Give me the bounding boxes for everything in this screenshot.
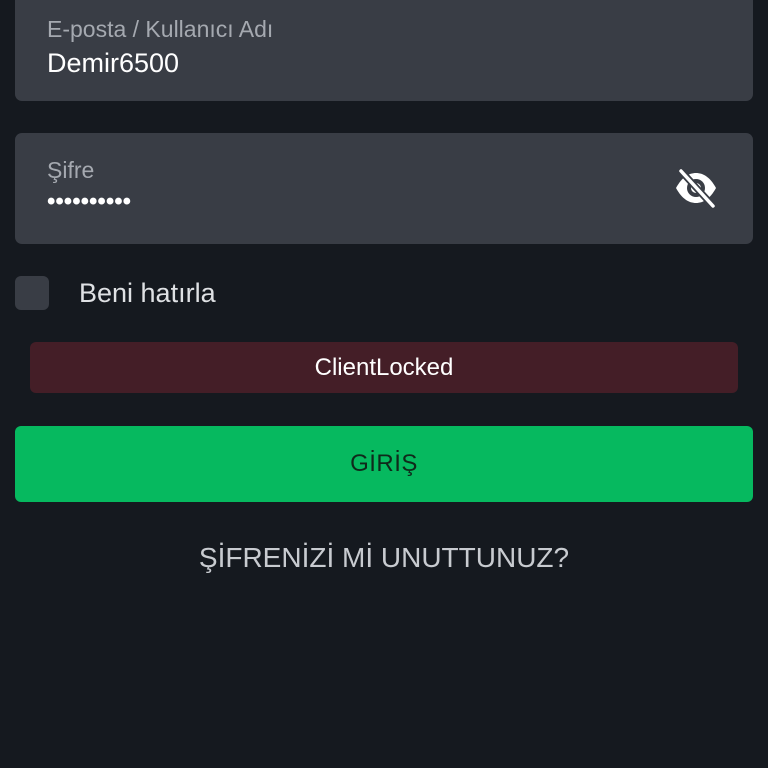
remember-me-label[interactable]: Beni hatırla xyxy=(79,276,216,310)
forgot-password-link[interactable]: ŞİFRENİZİ Mİ UNUTTUNUZ? xyxy=(0,542,768,574)
remember-me-row[interactable]: Beni hatırla xyxy=(15,276,415,312)
password-field-value[interactable]: •••••••••• xyxy=(47,188,131,216)
error-message: ClientLocked xyxy=(314,353,454,381)
email-field-label: E-posta / Kullanıcı Adı xyxy=(47,16,274,42)
eye-slash-icon[interactable] xyxy=(673,167,719,209)
error-banner: ClientLocked xyxy=(30,342,738,393)
password-field-label: Şifre xyxy=(47,157,95,183)
email-field-value[interactable]: Demir6500 xyxy=(47,48,179,79)
remember-me-checkbox[interactable] xyxy=(15,276,49,310)
email-field[interactable]: E-posta / Kullanıcı Adı Demir6500 xyxy=(15,0,753,101)
password-field[interactable]: Şifre •••••••••• xyxy=(15,133,753,244)
login-button[interactable]: GİRİŞ xyxy=(15,426,753,502)
login-button-label: GİRİŞ xyxy=(350,450,418,477)
